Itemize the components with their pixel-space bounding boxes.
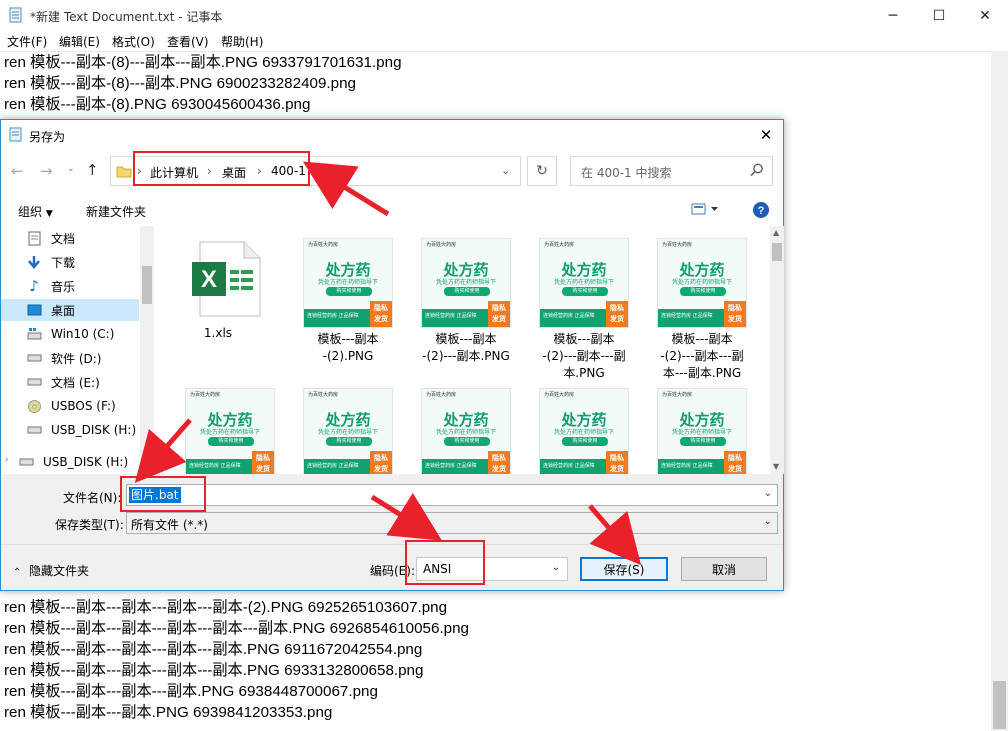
annotation-arrow (134, 418, 192, 484)
annotation-arrow (370, 492, 442, 541)
annotation-arrow (588, 504, 642, 566)
annotation-arrows (134, 161, 642, 566)
annotation-arrow (302, 161, 390, 217)
